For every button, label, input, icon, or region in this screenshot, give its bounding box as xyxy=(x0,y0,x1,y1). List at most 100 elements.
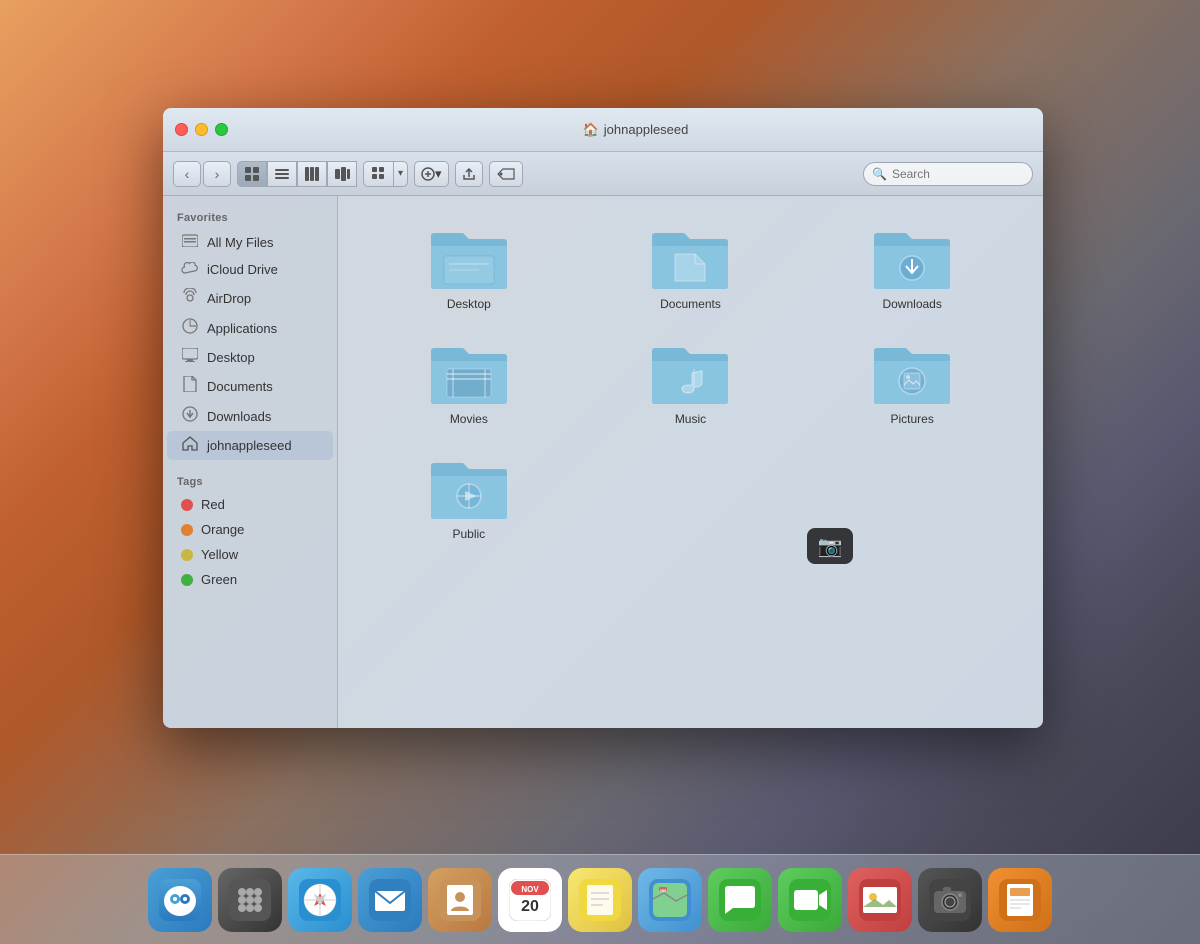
title-home-icon: 🏠 xyxy=(583,122,599,138)
downloads-label: Downloads xyxy=(207,409,271,424)
sidebar-item-red[interactable]: Red xyxy=(167,492,333,517)
home-icon xyxy=(181,436,199,455)
all-my-files-label: All My Files xyxy=(207,235,273,250)
documents-icon xyxy=(181,376,199,396)
dock-item-launchpad[interactable] xyxy=(218,868,282,932)
action-button[interactable]: ▾ xyxy=(414,161,449,187)
file-item-downloads[interactable]: Downloads xyxy=(801,216,1023,321)
sidebar-item-johnappleseed[interactable]: johnappleseed xyxy=(167,431,333,460)
dock-item-facetime[interactable] xyxy=(778,868,842,932)
arrange-dropdown-button[interactable]: ▾ xyxy=(393,161,408,187)
folder-desktop-icon xyxy=(429,226,509,291)
tags-section: Tags Red Orange Yellow Green xyxy=(163,470,337,592)
dock-item-pages[interactable] xyxy=(988,868,1052,932)
view-icon-button[interactable] xyxy=(237,161,267,187)
applications-label: Applications xyxy=(207,321,277,336)
search-box[interactable]: 🔍 xyxy=(863,162,1033,186)
file-item-public[interactable]: Public xyxy=(358,446,580,551)
favorites-label: Favorites xyxy=(163,206,337,228)
svg-text:280: 280 xyxy=(660,888,667,893)
downloads-icon xyxy=(181,406,199,426)
folder-documents-icon xyxy=(650,226,730,291)
pictures-filename: Pictures xyxy=(890,412,933,426)
dock-item-camera[interactable] xyxy=(918,868,982,932)
airdrop-label: AirDrop xyxy=(207,291,251,306)
view-list-button[interactable] xyxy=(267,161,297,187)
forward-button[interactable]: › xyxy=(203,161,231,187)
back-button[interactable]: ‹ xyxy=(173,161,201,187)
action-dropdown: ▾ xyxy=(435,166,442,182)
desktop-icon xyxy=(181,348,199,366)
nav-buttons: ‹ › xyxy=(173,161,231,187)
share-button[interactable] xyxy=(455,161,483,187)
window-title: 🏠 johnappleseed xyxy=(240,122,1031,138)
maximize-button[interactable] xyxy=(215,123,228,136)
sidebar-item-desktop[interactable]: Desktop xyxy=(167,343,333,371)
traffic-lights xyxy=(175,123,228,136)
folder-downloads-icon xyxy=(872,226,952,291)
orange-tag-label: Orange xyxy=(201,522,244,537)
applications-icon xyxy=(181,318,199,338)
dock-item-mail[interactable] xyxy=(358,868,422,932)
window-title-text: johnappleseed xyxy=(604,122,689,137)
dock-item-safari[interactable] xyxy=(288,868,352,932)
arrange-grid-button[interactable] xyxy=(363,161,393,187)
dock-item-photos[interactable] xyxy=(848,868,912,932)
folder-pictures-icon xyxy=(872,341,952,406)
icloud-icon xyxy=(181,261,199,278)
tags-label: Tags xyxy=(163,470,337,492)
sidebar-item-green[interactable]: Green xyxy=(167,567,333,592)
view-column-button[interactable] xyxy=(297,161,327,187)
movies-filename: Movies xyxy=(450,412,488,426)
icloud-drive-label: iCloud Drive xyxy=(207,262,278,277)
dock-item-finder[interactable] xyxy=(148,868,212,932)
close-button[interactable] xyxy=(175,123,188,136)
search-icon: 🔍 xyxy=(872,167,887,181)
documents-label: Documents xyxy=(207,379,273,394)
folder-movies-icon xyxy=(429,341,509,406)
content-area: Favorites All My Files iCloud Drive AirD… xyxy=(163,196,1043,728)
file-item-desktop[interactable]: Desktop xyxy=(358,216,580,321)
dock-item-messages[interactable] xyxy=(708,868,772,932)
sidebar-item-all-my-files[interactable]: All My Files xyxy=(167,228,333,256)
file-item-music[interactable]: Music xyxy=(580,331,802,436)
finder-window: 🏠 johnappleseed ‹ › xyxy=(163,108,1043,728)
dock-item-calendar[interactable]: NOV 20 xyxy=(498,868,562,932)
music-filename: Music xyxy=(675,412,706,426)
tag-button[interactable] xyxy=(489,161,523,187)
file-item-movies[interactable]: Movies xyxy=(358,331,580,436)
airdrop-icon xyxy=(181,288,199,308)
red-tag-dot xyxy=(181,499,193,511)
search-input[interactable] xyxy=(892,167,1024,181)
desktop-filename: Desktop xyxy=(447,297,491,311)
title-bar: 🏠 johnappleseed xyxy=(163,108,1043,152)
dock-item-maps[interactable]: 280 xyxy=(638,868,702,932)
sidebar-item-airdrop[interactable]: AirDrop xyxy=(167,283,333,313)
file-grid: Desktop Documents xyxy=(338,196,1043,728)
folder-public-icon xyxy=(429,456,509,521)
file-item-documents[interactable]: Documents xyxy=(580,216,802,321)
view-coverflow-button[interactable] xyxy=(327,161,357,187)
sidebar-item-icloud-drive[interactable]: iCloud Drive xyxy=(167,256,333,283)
green-tag-label: Green xyxy=(201,572,237,587)
dock-item-contacts[interactable] xyxy=(428,868,492,932)
downloads-filename: Downloads xyxy=(882,297,941,311)
yellow-tag-label: Yellow xyxy=(201,547,238,562)
orange-tag-dot xyxy=(181,524,193,536)
sidebar-item-orange[interactable]: Orange xyxy=(167,517,333,542)
dock: NOV 20 280 xyxy=(0,854,1200,944)
svg-text:NOV: NOV xyxy=(521,885,539,894)
all-my-files-icon xyxy=(181,233,199,251)
toolbar: ‹ › ▾ ▾ xyxy=(163,152,1043,196)
file-item-pictures[interactable]: Pictures xyxy=(801,331,1023,436)
public-filename: Public xyxy=(452,527,485,541)
svg-text:20: 20 xyxy=(521,898,539,915)
johnappleseed-label: johnappleseed xyxy=(207,438,292,453)
sidebar-item-yellow[interactable]: Yellow xyxy=(167,542,333,567)
dock-item-notes[interactable] xyxy=(568,868,632,932)
sidebar-item-documents[interactable]: Documents xyxy=(167,371,333,401)
yellow-tag-dot xyxy=(181,549,193,561)
sidebar-item-applications[interactable]: Applications xyxy=(167,313,333,343)
sidebar-item-downloads[interactable]: Downloads xyxy=(167,401,333,431)
minimize-button[interactable] xyxy=(195,123,208,136)
